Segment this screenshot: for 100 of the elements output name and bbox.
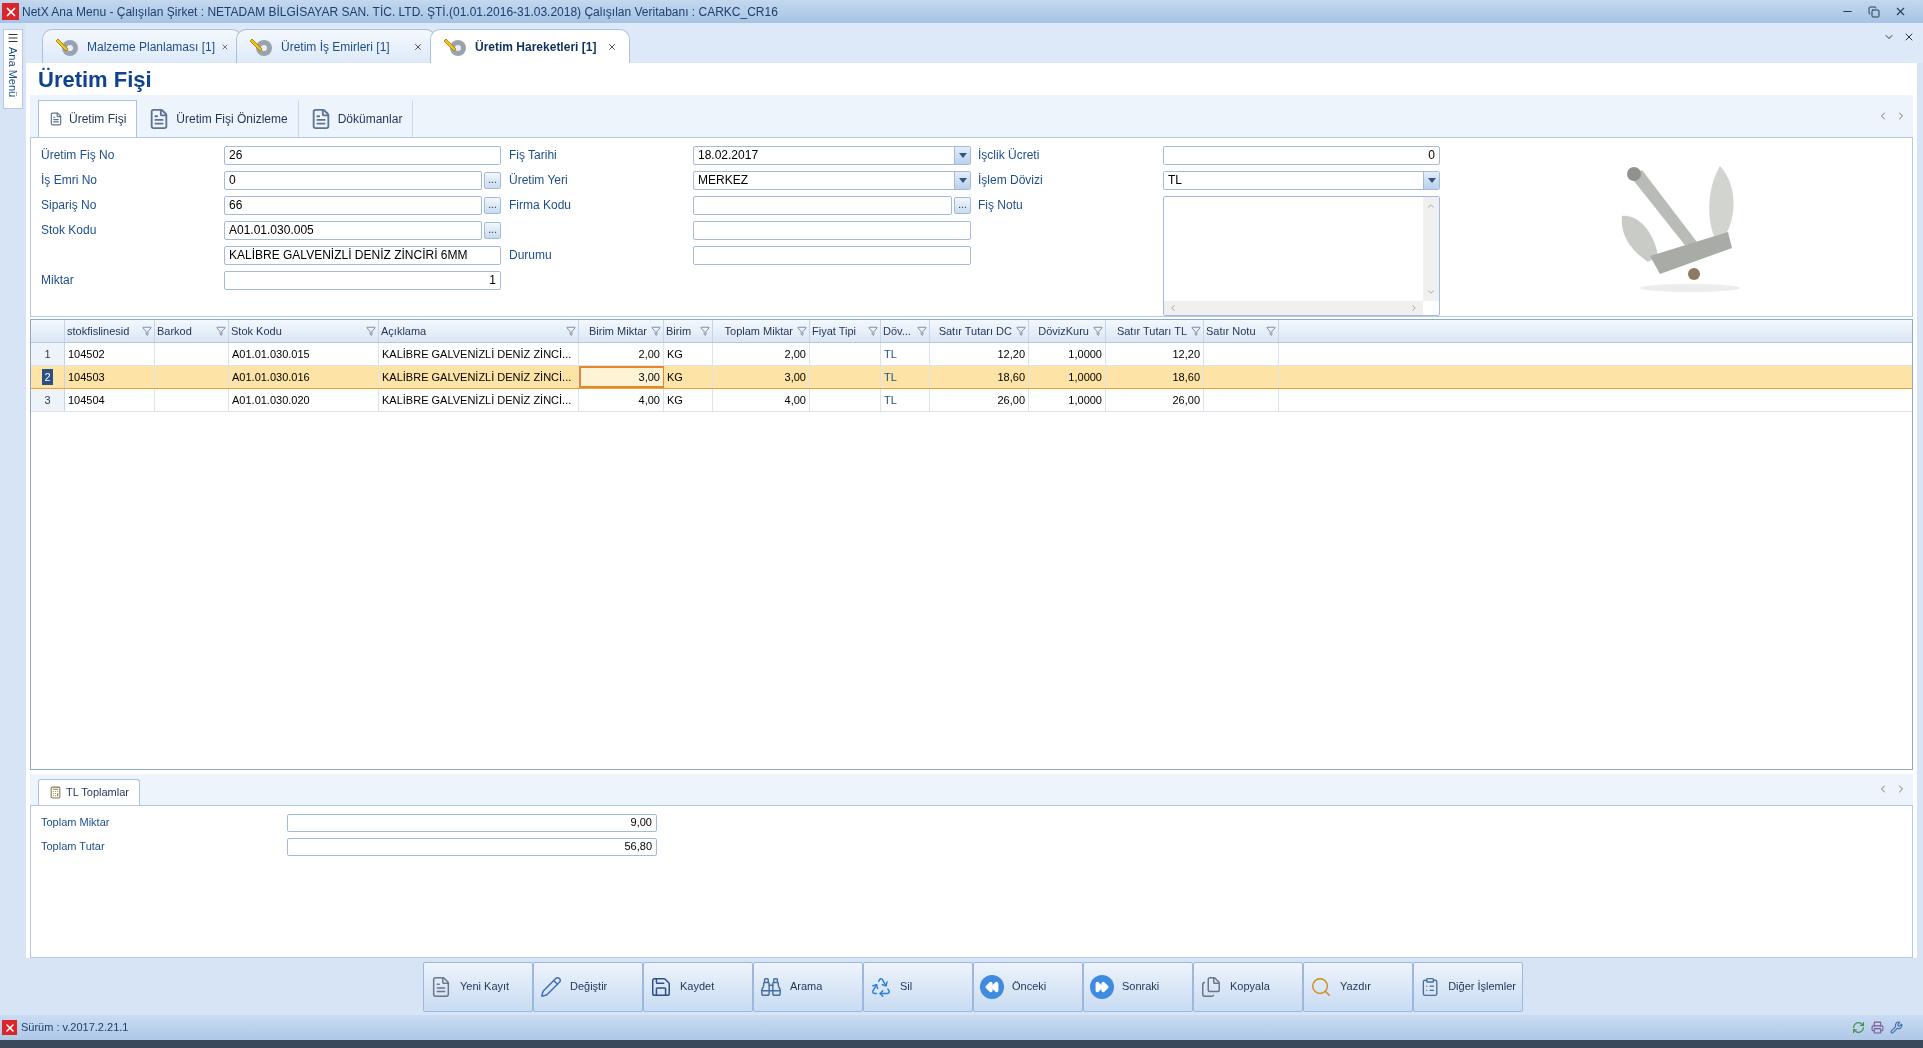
table-row[interactable]: 2 104503 A01.01.030.016 KALİBRE GALVENİZLİ DENİZ ZİNCİ... 3,00 KG 3,00 TL 18,60 1,0000 18,60 xyxy=(31,366,1912,390)
document-tab[interactable]: Üretim Hareketleri [1] xyxy=(430,29,630,63)
section-tab[interactable]: Üretim Fişi xyxy=(38,99,138,137)
scroll-left-icon[interactable] xyxy=(1168,302,1178,313)
magnifier-icon xyxy=(1310,975,1332,998)
column-header[interactable]: Stok Kodu xyxy=(229,320,379,343)
lookup-field[interactable]: A01.01.030.005 xyxy=(224,220,482,240)
close-icon[interactable] xyxy=(1894,5,1907,18)
lookup-field[interactable] xyxy=(693,195,952,215)
table-cell: KALİBRE GALVENİZLİ DENİZ ZİNCİ... xyxy=(379,389,579,412)
toolbar-button[interactable]: Değiştir xyxy=(533,961,643,1012)
toolbar-button[interactable]: Önceki xyxy=(973,961,1083,1012)
toolbar-button[interactable]: Sil xyxy=(863,961,973,1012)
refresh-icon[interactable] xyxy=(1852,1021,1865,1034)
text-field[interactable]: KALİBRE GALVENİZLİ DENİZ ZİNCİRİ 6MM xyxy=(224,245,501,265)
column-header[interactable]: Döv... xyxy=(881,320,930,343)
table-cell: A01.01.030.015 xyxy=(229,343,379,366)
filter-icon[interactable] xyxy=(700,326,710,337)
table-cell: KALİBRE GALVENİZLİ DENİZ ZİNCİ... xyxy=(379,343,579,366)
filter-icon[interactable] xyxy=(366,326,376,337)
toolbar-button[interactable]: Kopyala xyxy=(1193,961,1303,1012)
table-cell: 3,00 xyxy=(713,366,810,389)
table-cell: 104504 xyxy=(65,389,155,412)
text-field[interactable]: 56,80 xyxy=(287,837,657,856)
filter-icon[interactable] xyxy=(868,326,878,337)
field-label: İşclik Ücreti xyxy=(978,147,1040,165)
note-field[interactable] xyxy=(1163,195,1440,316)
ellipsis-button[interactable]: ... xyxy=(484,171,501,189)
toolbar-button[interactable]: Yazdır xyxy=(1303,961,1413,1012)
table-cell: A01.01.030.016 xyxy=(229,366,379,389)
ellipsis-button[interactable]: ... xyxy=(484,221,501,239)
filter-icon[interactable] xyxy=(651,326,661,337)
column-header[interactable]: Toplam Miktar xyxy=(713,320,810,343)
column-header[interactable]: Fiyat Tipi xyxy=(810,320,881,343)
field-value: TL xyxy=(1167,172,1183,190)
dropdown-field[interactable]: 18.02.2017 xyxy=(693,145,971,165)
field-label: Stok Kodu xyxy=(41,222,97,240)
section-tab[interactable]: Üretim Fişi Önizleme xyxy=(137,99,299,137)
table-cell: 12,20 xyxy=(1106,343,1204,366)
column-header[interactable]: Satır Tutarı TL xyxy=(1106,320,1204,343)
column-header[interactable]: stokfislinesid xyxy=(65,320,155,343)
row-number: 1 xyxy=(44,347,51,362)
toolbar-button[interactable]: Sonraki xyxy=(1083,961,1193,1012)
column-header[interactable]: Satır Tutarı DC xyxy=(930,320,1029,343)
scrollbar[interactable] xyxy=(1423,196,1439,301)
window-title: NetX Ana Menu - Çalışılan Şirket : NETADAM BİLGİSAYAR SAN. TİC. LTD. ŞTİ.(01.01.2016-31.03.2018) Çalışılan Veritabanı : CARKC_CR16 xyxy=(22,3,778,21)
close-icon[interactable] xyxy=(607,41,617,52)
close-icon[interactable] xyxy=(1903,31,1915,43)
filter-icon[interactable] xyxy=(1191,326,1201,337)
scroll-right-icon[interactable] xyxy=(1409,302,1419,313)
close-icon[interactable] xyxy=(413,41,423,52)
toolbar-button[interactable]: Arama xyxy=(753,961,863,1012)
printer-icon[interactable] xyxy=(1871,1021,1884,1034)
row-number: 2 xyxy=(42,369,53,386)
ellipsis-button[interactable]: ... xyxy=(484,196,501,214)
column-header[interactable]: Barkod xyxy=(155,320,229,343)
dropdown-field[interactable]: MERKEZ xyxy=(693,170,971,190)
section-tab[interactable]: TL Toplamlar xyxy=(38,778,140,805)
text-field[interactable] xyxy=(693,220,971,240)
table-row[interactable]: 1 104502 A01.01.030.015 KALİBRE GALVENİZLİ DENİZ ZİNCİ... 2,00 KG 2,00 TL 12,20 1,0000 12,20 xyxy=(31,343,1912,367)
section-tab[interactable]: Dökümanlar xyxy=(298,99,414,137)
column-header[interactable]: Satır Notu xyxy=(1204,320,1279,343)
column-header[interactable]: DövizKuru xyxy=(1029,320,1106,343)
text-field[interactable]: 26 xyxy=(224,145,501,165)
column-header[interactable]: Birim xyxy=(664,320,713,343)
ellipsis-button[interactable]: ... xyxy=(954,196,971,214)
binoculars-icon xyxy=(760,975,782,998)
lookup-field[interactable]: 66 xyxy=(224,195,482,215)
text-field[interactable]: 9,00 xyxy=(287,813,657,832)
text-field[interactable]: 1 xyxy=(224,270,501,290)
toolbar-button[interactable]: Yeni Kayıt xyxy=(423,961,533,1012)
filter-icon[interactable] xyxy=(797,326,807,337)
wrench-icon[interactable] xyxy=(1890,1021,1903,1034)
field-value: KALİBRE GALVENİZLİ DENİZ ZİNCİRİ 6MM xyxy=(228,247,469,265)
field-label: Miktar xyxy=(41,272,74,290)
rewind-icon xyxy=(980,974,1004,999)
column-header[interactable]: Açıklama xyxy=(379,320,579,343)
filter-icon[interactable] xyxy=(1266,326,1276,337)
side-menu-tab[interactable]: Ana Menü xyxy=(3,29,23,109)
table-row[interactable]: 3 104504 A01.01.030.020 KALİBRE GALVENİZLİ DENİZ ZİNCİ... 4,00 KG 4,00 TL 26,00 1,0000 26,00 xyxy=(31,389,1912,413)
filter-icon[interactable] xyxy=(142,326,152,337)
filter-icon[interactable] xyxy=(566,326,576,337)
dropdown-field[interactable]: TL xyxy=(1163,170,1440,190)
filter-icon[interactable] xyxy=(1093,326,1103,337)
pencil-icon xyxy=(540,975,562,998)
restore-icon[interactable] xyxy=(1868,5,1880,18)
filter-icon[interactable] xyxy=(917,326,927,337)
column-header[interactable]: Birim Miktar xyxy=(579,320,664,343)
table-cell: 1,0000 xyxy=(1029,366,1106,389)
lookup-field[interactable]: 0 xyxy=(224,170,482,190)
toolbar-button[interactable]: Diğer İşlemler xyxy=(1413,961,1523,1012)
scrollbar[interactable] xyxy=(1164,300,1423,315)
filter-icon[interactable] xyxy=(1016,326,1026,337)
field-label: Firma Kodu xyxy=(509,197,572,215)
table-cell: 26,00 xyxy=(930,389,1029,412)
toolbar-button[interactable]: Kaydet xyxy=(643,961,753,1012)
filter-icon[interactable] xyxy=(216,326,226,337)
table-cell: 4,00 xyxy=(579,389,664,412)
text-field[interactable] xyxy=(693,245,971,265)
text-field[interactable]: 0 xyxy=(1163,145,1440,165)
